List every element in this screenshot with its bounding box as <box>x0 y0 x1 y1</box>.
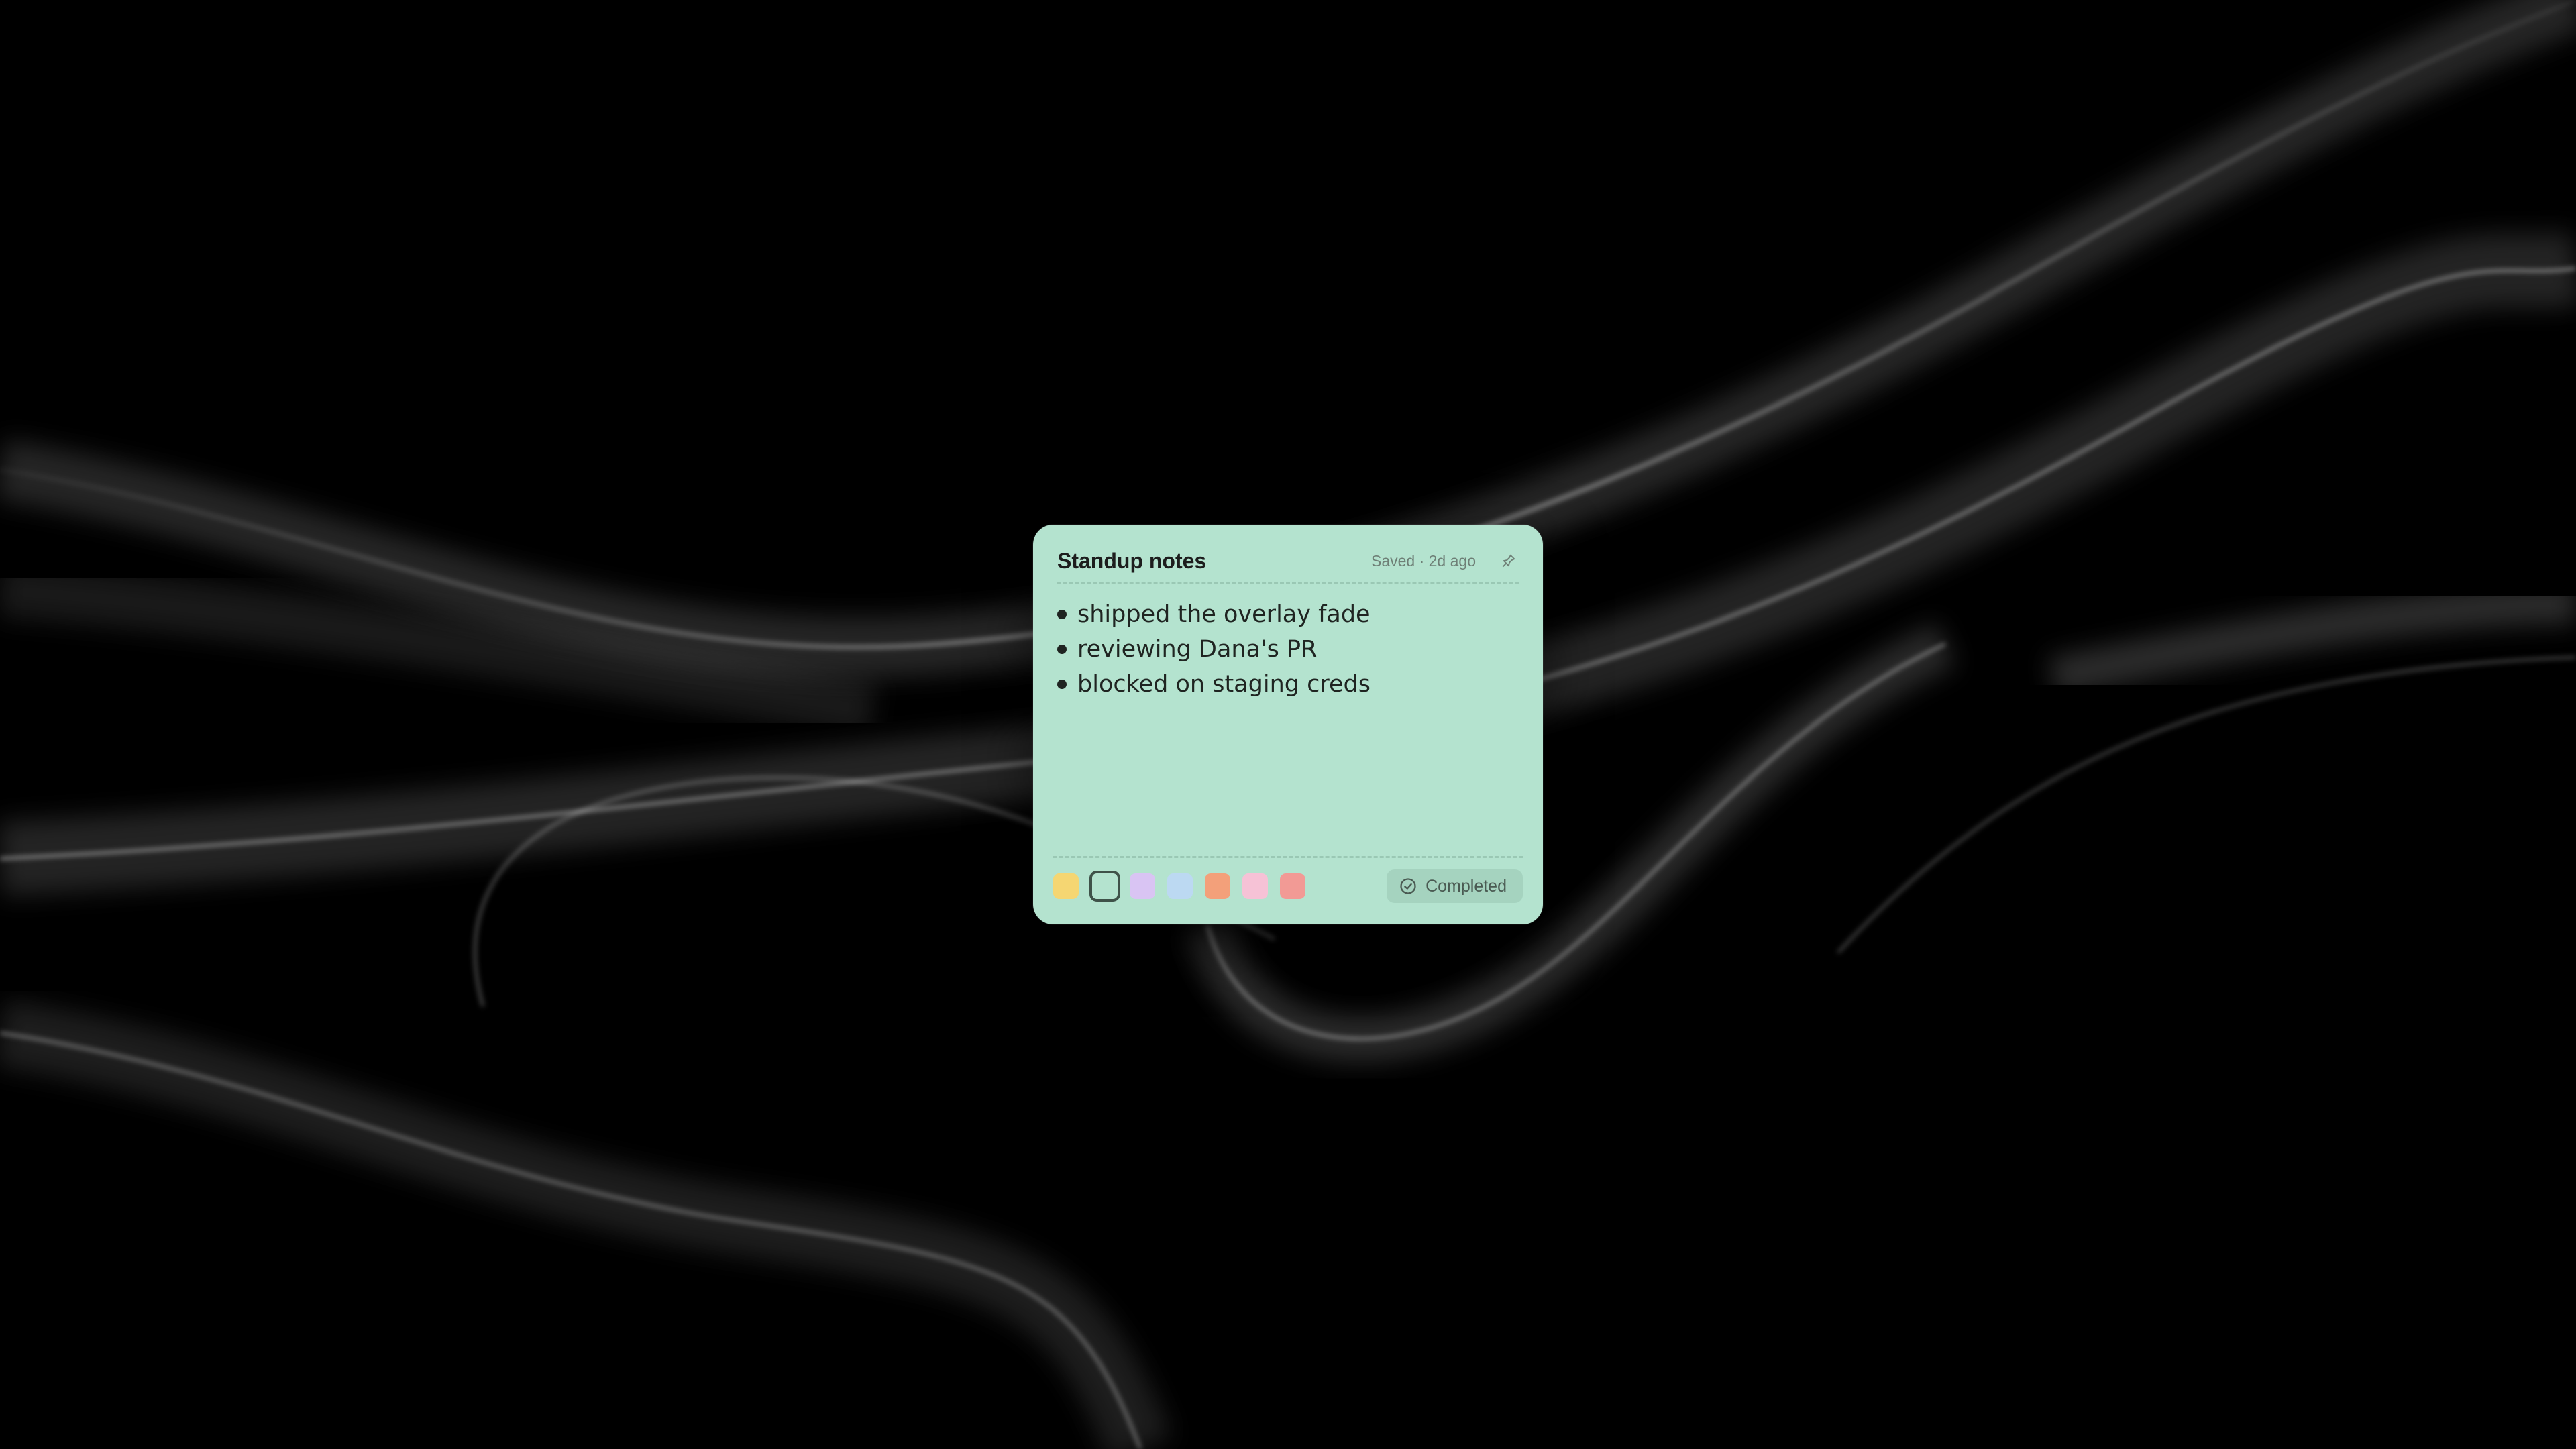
list-item[interactable]: blocked on staging creds <box>1057 667 1519 702</box>
save-status: Saved · 2d ago <box>1371 551 1476 570</box>
color-swatch-blue[interactable] <box>1167 873 1193 899</box>
list-item[interactable]: shipped the overlay fade <box>1057 597 1519 632</box>
color-swatch-lavender[interactable] <box>1130 873 1155 899</box>
list-item-text: blocked on staging creds <box>1077 671 1371 698</box>
bullet-dot <box>1057 680 1067 689</box>
desktop: Standup notes Saved · 2d ago shipped the… <box>0 0 2576 1449</box>
note-footer: Completed <box>1053 856 1523 914</box>
color-swatch-mint[interactable] <box>1089 871 1120 902</box>
list-item-text: shipped the overlay fade <box>1077 601 1371 628</box>
color-swatch-red[interactable] <box>1280 873 1305 899</box>
list-item-text: reviewing Dana's PR <box>1077 636 1318 663</box>
color-swatch-orange[interactable] <box>1205 873 1230 899</box>
color-picker <box>1053 871 1387 902</box>
pin-icon <box>1502 554 1515 568</box>
list-item[interactable]: reviewing Dana's PR <box>1057 632 1519 667</box>
note-body[interactable]: shipped the overlay fade reviewing Dana'… <box>1057 597 1519 702</box>
color-swatch-yellow[interactable] <box>1053 873 1079 899</box>
complete-button-label: Completed <box>1426 876 1507 896</box>
note-title[interactable]: Standup notes <box>1057 549 1371 574</box>
bullet-dot <box>1057 645 1067 654</box>
check-circle-icon <box>1400 878 1416 894</box>
color-swatch-pink[interactable] <box>1242 873 1268 899</box>
pin-button[interactable] <box>1499 551 1519 571</box>
sticky-note: Standup notes Saved · 2d ago shipped the… <box>1033 525 1543 924</box>
complete-button[interactable]: Completed <box>1387 869 1523 903</box>
note-header: Standup notes Saved · 2d ago <box>1057 539 1519 584</box>
bullet-dot <box>1057 610 1067 619</box>
